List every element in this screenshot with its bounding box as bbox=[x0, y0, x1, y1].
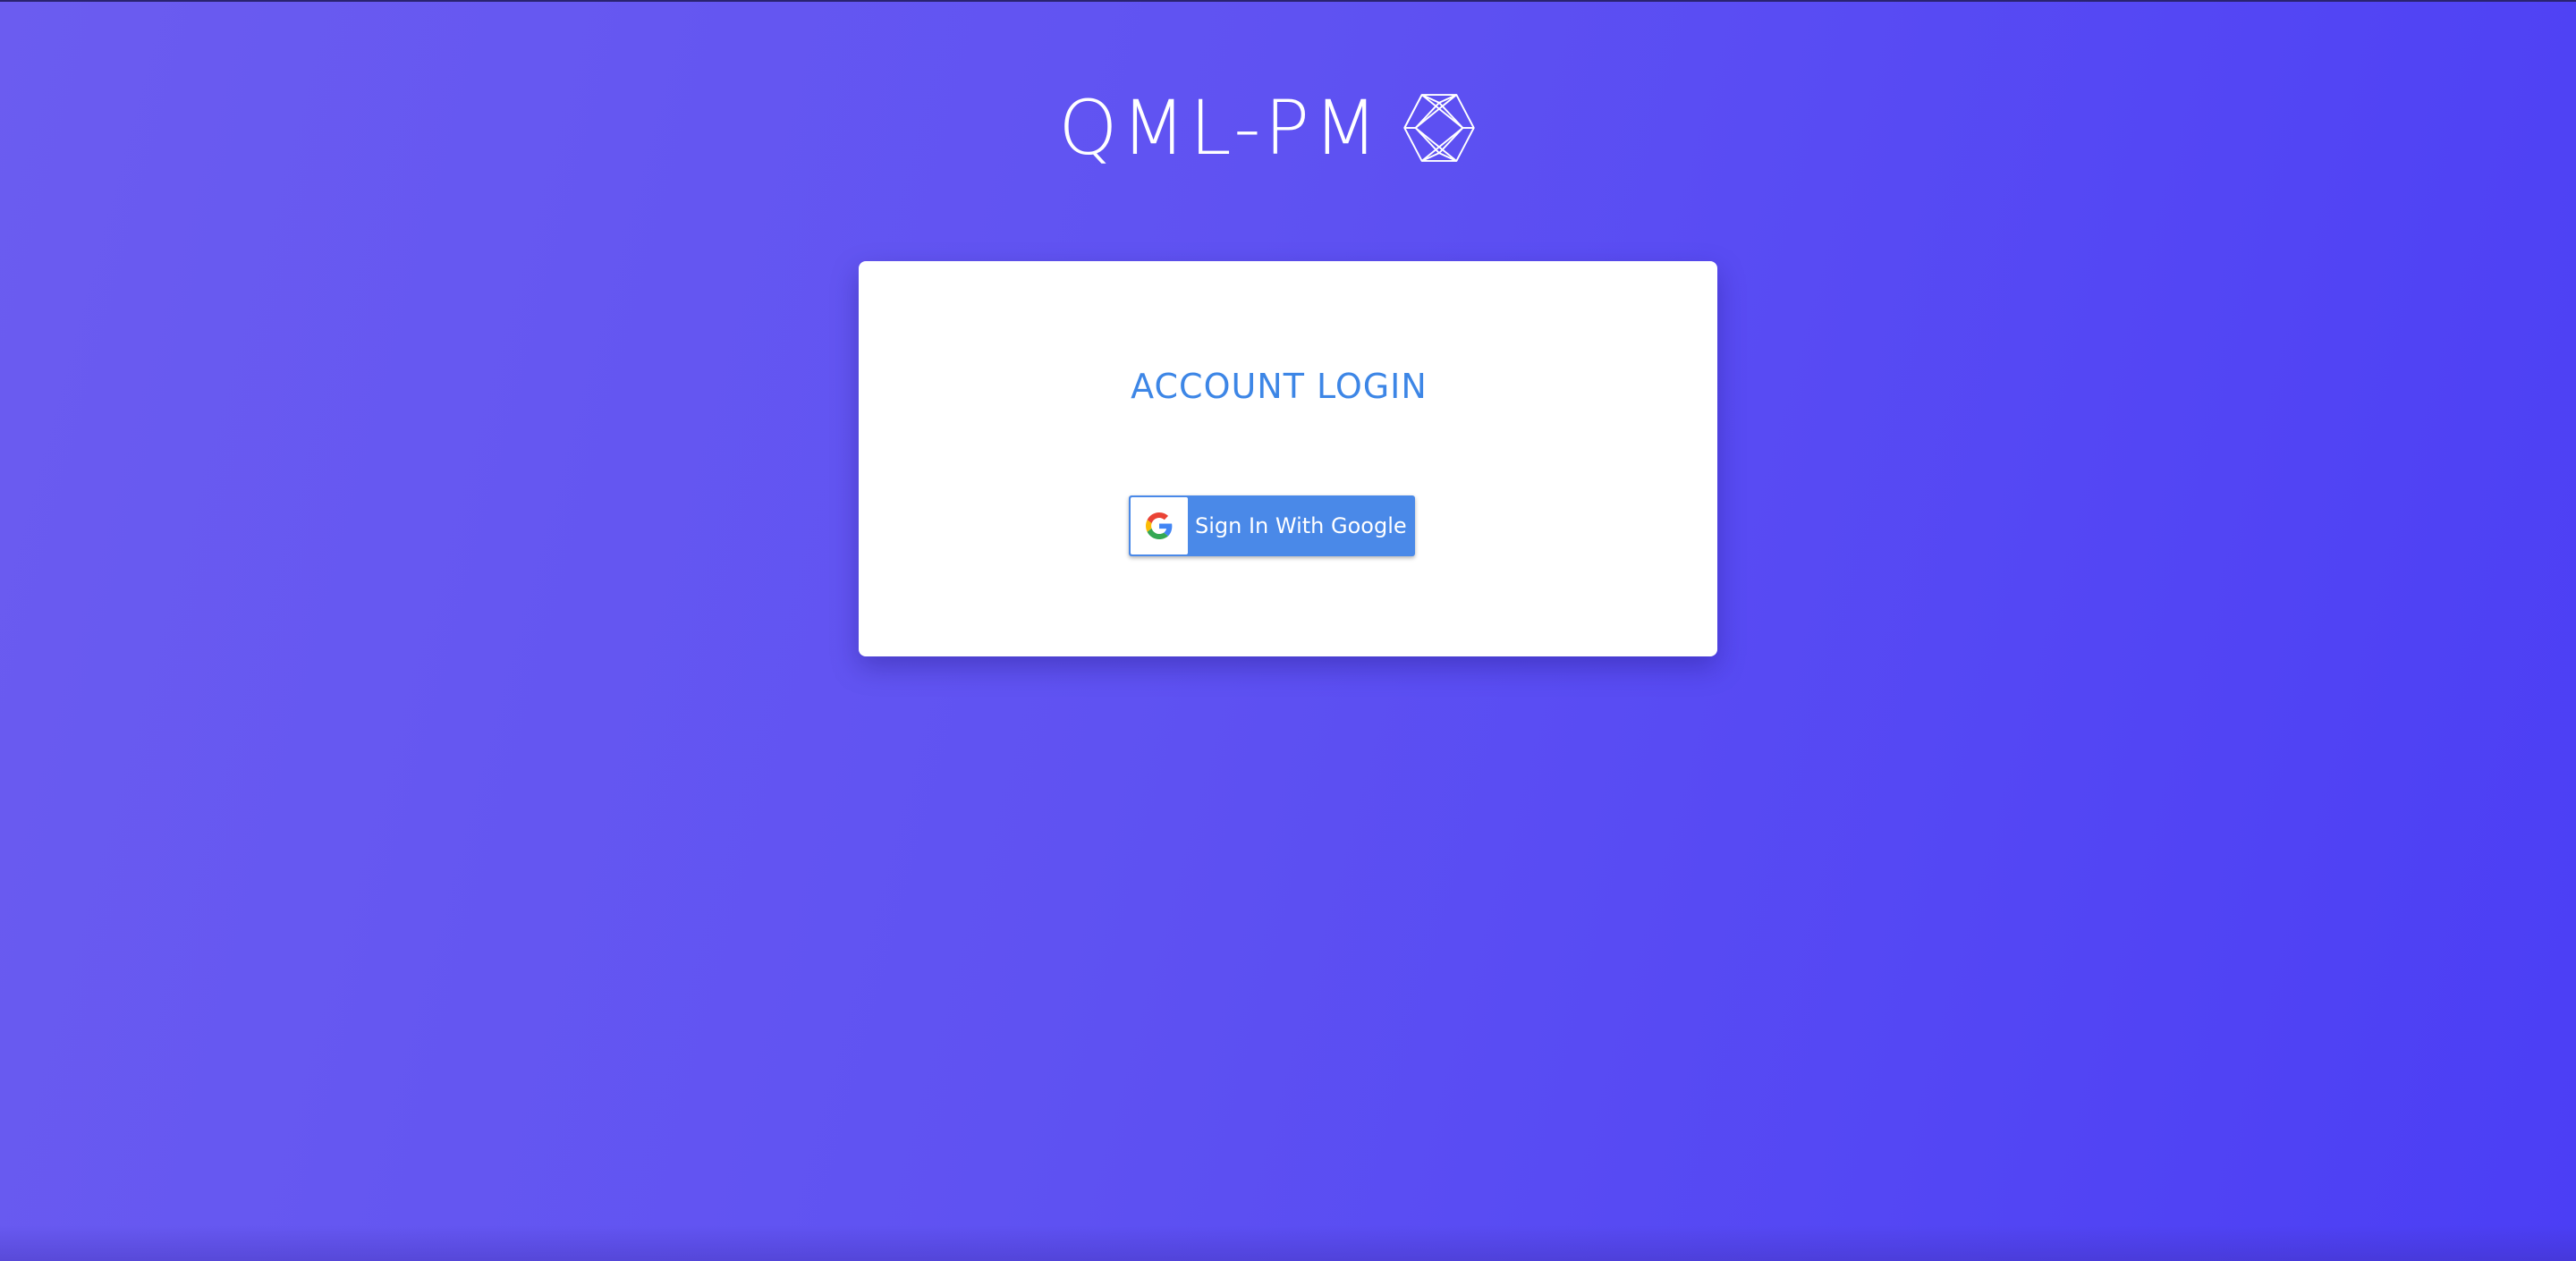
geometric-polyhedron-icon bbox=[1402, 94, 1475, 162]
login-card: ACCOUNT LOGIN Sign In With Google bbox=[859, 261, 1717, 656]
google-icon-container bbox=[1131, 497, 1188, 554]
login-title: ACCOUNT LOGIN bbox=[1131, 367, 1428, 406]
brand-lockup: QML-PM bbox=[1058, 89, 1478, 167]
sign-in-with-google-button[interactable]: Sign In With Google bbox=[1129, 495, 1415, 556]
google-g-icon bbox=[1146, 512, 1173, 539]
google-button-label: Sign In With Google bbox=[1195, 513, 1407, 538]
bottom-edge-shade bbox=[0, 1225, 2576, 1261]
brand-header: QML-PM bbox=[0, 79, 2576, 177]
app-title: QML-PM bbox=[1058, 84, 1382, 172]
